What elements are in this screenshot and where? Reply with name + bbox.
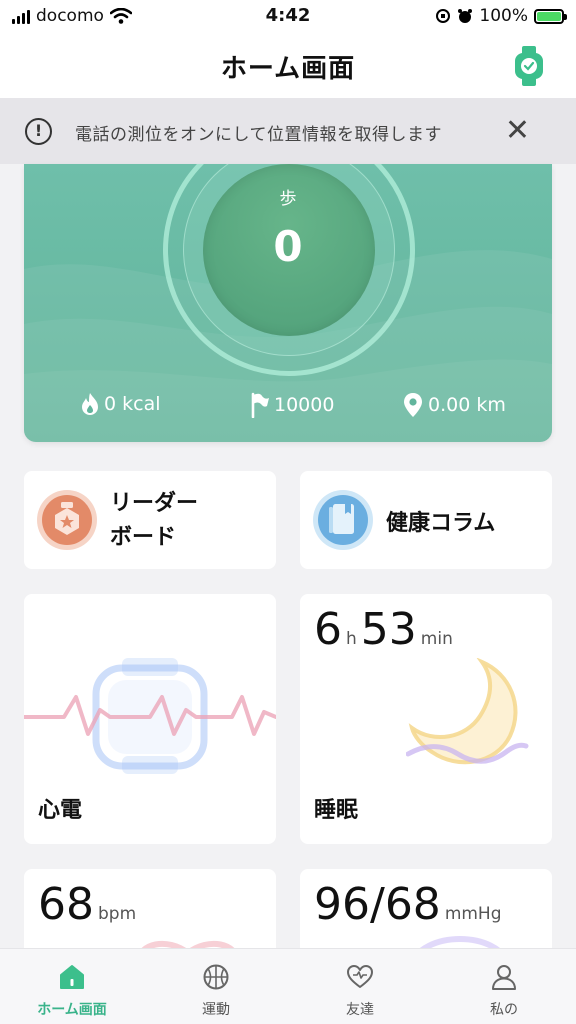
sleep-tile[interactable]: 6 h 53 min 睡眠 xyxy=(300,594,552,844)
person-icon xyxy=(492,965,516,990)
blood-pressure-reading: 96/68 mmHg xyxy=(314,879,502,930)
battery-icon xyxy=(534,8,567,24)
watch-icon[interactable] xyxy=(514,46,544,86)
health-column-tile[interactable]: 健康コラム xyxy=(300,471,552,569)
banner-message: 電話の測位をオンにして位置情報を取得します xyxy=(75,125,442,145)
ecg-watch-icon xyxy=(24,658,276,774)
goal-value: 10000 xyxy=(274,394,335,416)
sleep-hours-unit: h xyxy=(346,629,357,649)
tab-friends-label: 友達 xyxy=(346,1002,374,1018)
location-banner[interactable]: ! 電話の測位をオンにして位置情報を取得します ✕ xyxy=(0,98,576,164)
tab-mine[interactable]: 私の xyxy=(454,963,554,1019)
orientation-lock-icon xyxy=(436,9,451,23)
moon-icon xyxy=(406,658,529,765)
distance-stat: 0.00 km xyxy=(402,392,506,418)
sleep-title: 睡眠 xyxy=(314,798,359,823)
distance-value: 0.00 km xyxy=(428,394,506,416)
flag-icon xyxy=(251,392,269,418)
basketball-icon xyxy=(203,964,229,990)
sleep-minutes-unit: min xyxy=(420,629,453,649)
calories-value: 0 kcal xyxy=(104,393,161,415)
trophy-medal-icon xyxy=(37,490,97,550)
ecg-tile[interactable]: 心電 xyxy=(24,594,276,844)
location-pin-icon xyxy=(404,393,422,417)
steps-count: 0 xyxy=(273,222,303,271)
steps-label: 歩 xyxy=(279,189,297,209)
page-title: ホーム画面 xyxy=(220,54,356,84)
tab-exercise-label: 運動 xyxy=(202,1002,230,1018)
sleep-minutes: 53 xyxy=(360,604,417,655)
flame-icon xyxy=(82,393,98,415)
goal-stat: 10000 xyxy=(250,392,334,418)
tab-bar: ホーム画面 運動 友達 私の xyxy=(0,948,576,1024)
heart-rate-value: 68 xyxy=(38,879,94,930)
status-bar: docomo 4:42 100% xyxy=(0,0,576,36)
tab-friends[interactable]: 友達 xyxy=(310,963,410,1019)
blood-pressure-unit: mmHg xyxy=(444,904,502,924)
nav-header: ホーム画面 xyxy=(0,36,576,98)
leaderboard-title-line2: ボード xyxy=(110,525,177,550)
calories-stat: 0 kcal xyxy=(80,392,161,416)
leaderboard-title-line1: リーダー xyxy=(110,491,199,516)
steps-card[interactable]: 歩 0 0 kcal 10000 0.00 km xyxy=(24,164,552,442)
tab-home-label: ホーム画面 xyxy=(37,1002,107,1018)
blood-pressure-value: 96/68 xyxy=(314,879,441,930)
heart-icon xyxy=(347,965,373,988)
leaderboard-title: リーダー ボード xyxy=(110,487,198,555)
close-icon[interactable]: ✕ xyxy=(505,116,530,146)
tab-home[interactable]: ホーム画面 xyxy=(22,963,122,1019)
alarm-icon xyxy=(458,9,473,23)
battery-percent: 100% xyxy=(479,6,528,26)
sleep-hours: 6 xyxy=(314,604,342,655)
info-icon: ! xyxy=(25,118,52,145)
tab-exercise[interactable]: 運動 xyxy=(166,963,266,1019)
home-icon xyxy=(60,965,84,989)
tab-mine-label: 私の xyxy=(490,1002,518,1018)
leaderboard-tile[interactable]: リーダー ボード xyxy=(24,471,276,569)
sleep-duration: 6 h 53 min xyxy=(314,604,453,655)
ecg-title: 心電 xyxy=(38,798,83,823)
heart-rate-unit: bpm xyxy=(98,904,137,924)
heart-rate-reading: 68 bpm xyxy=(38,879,136,930)
book-icon xyxy=(313,490,373,550)
app-screen: docomo 4:42 100% ホーム画面 ! 電話の測位をオンにして位置情報… xyxy=(0,0,576,1024)
health-column-title: 健康コラム xyxy=(386,511,496,536)
